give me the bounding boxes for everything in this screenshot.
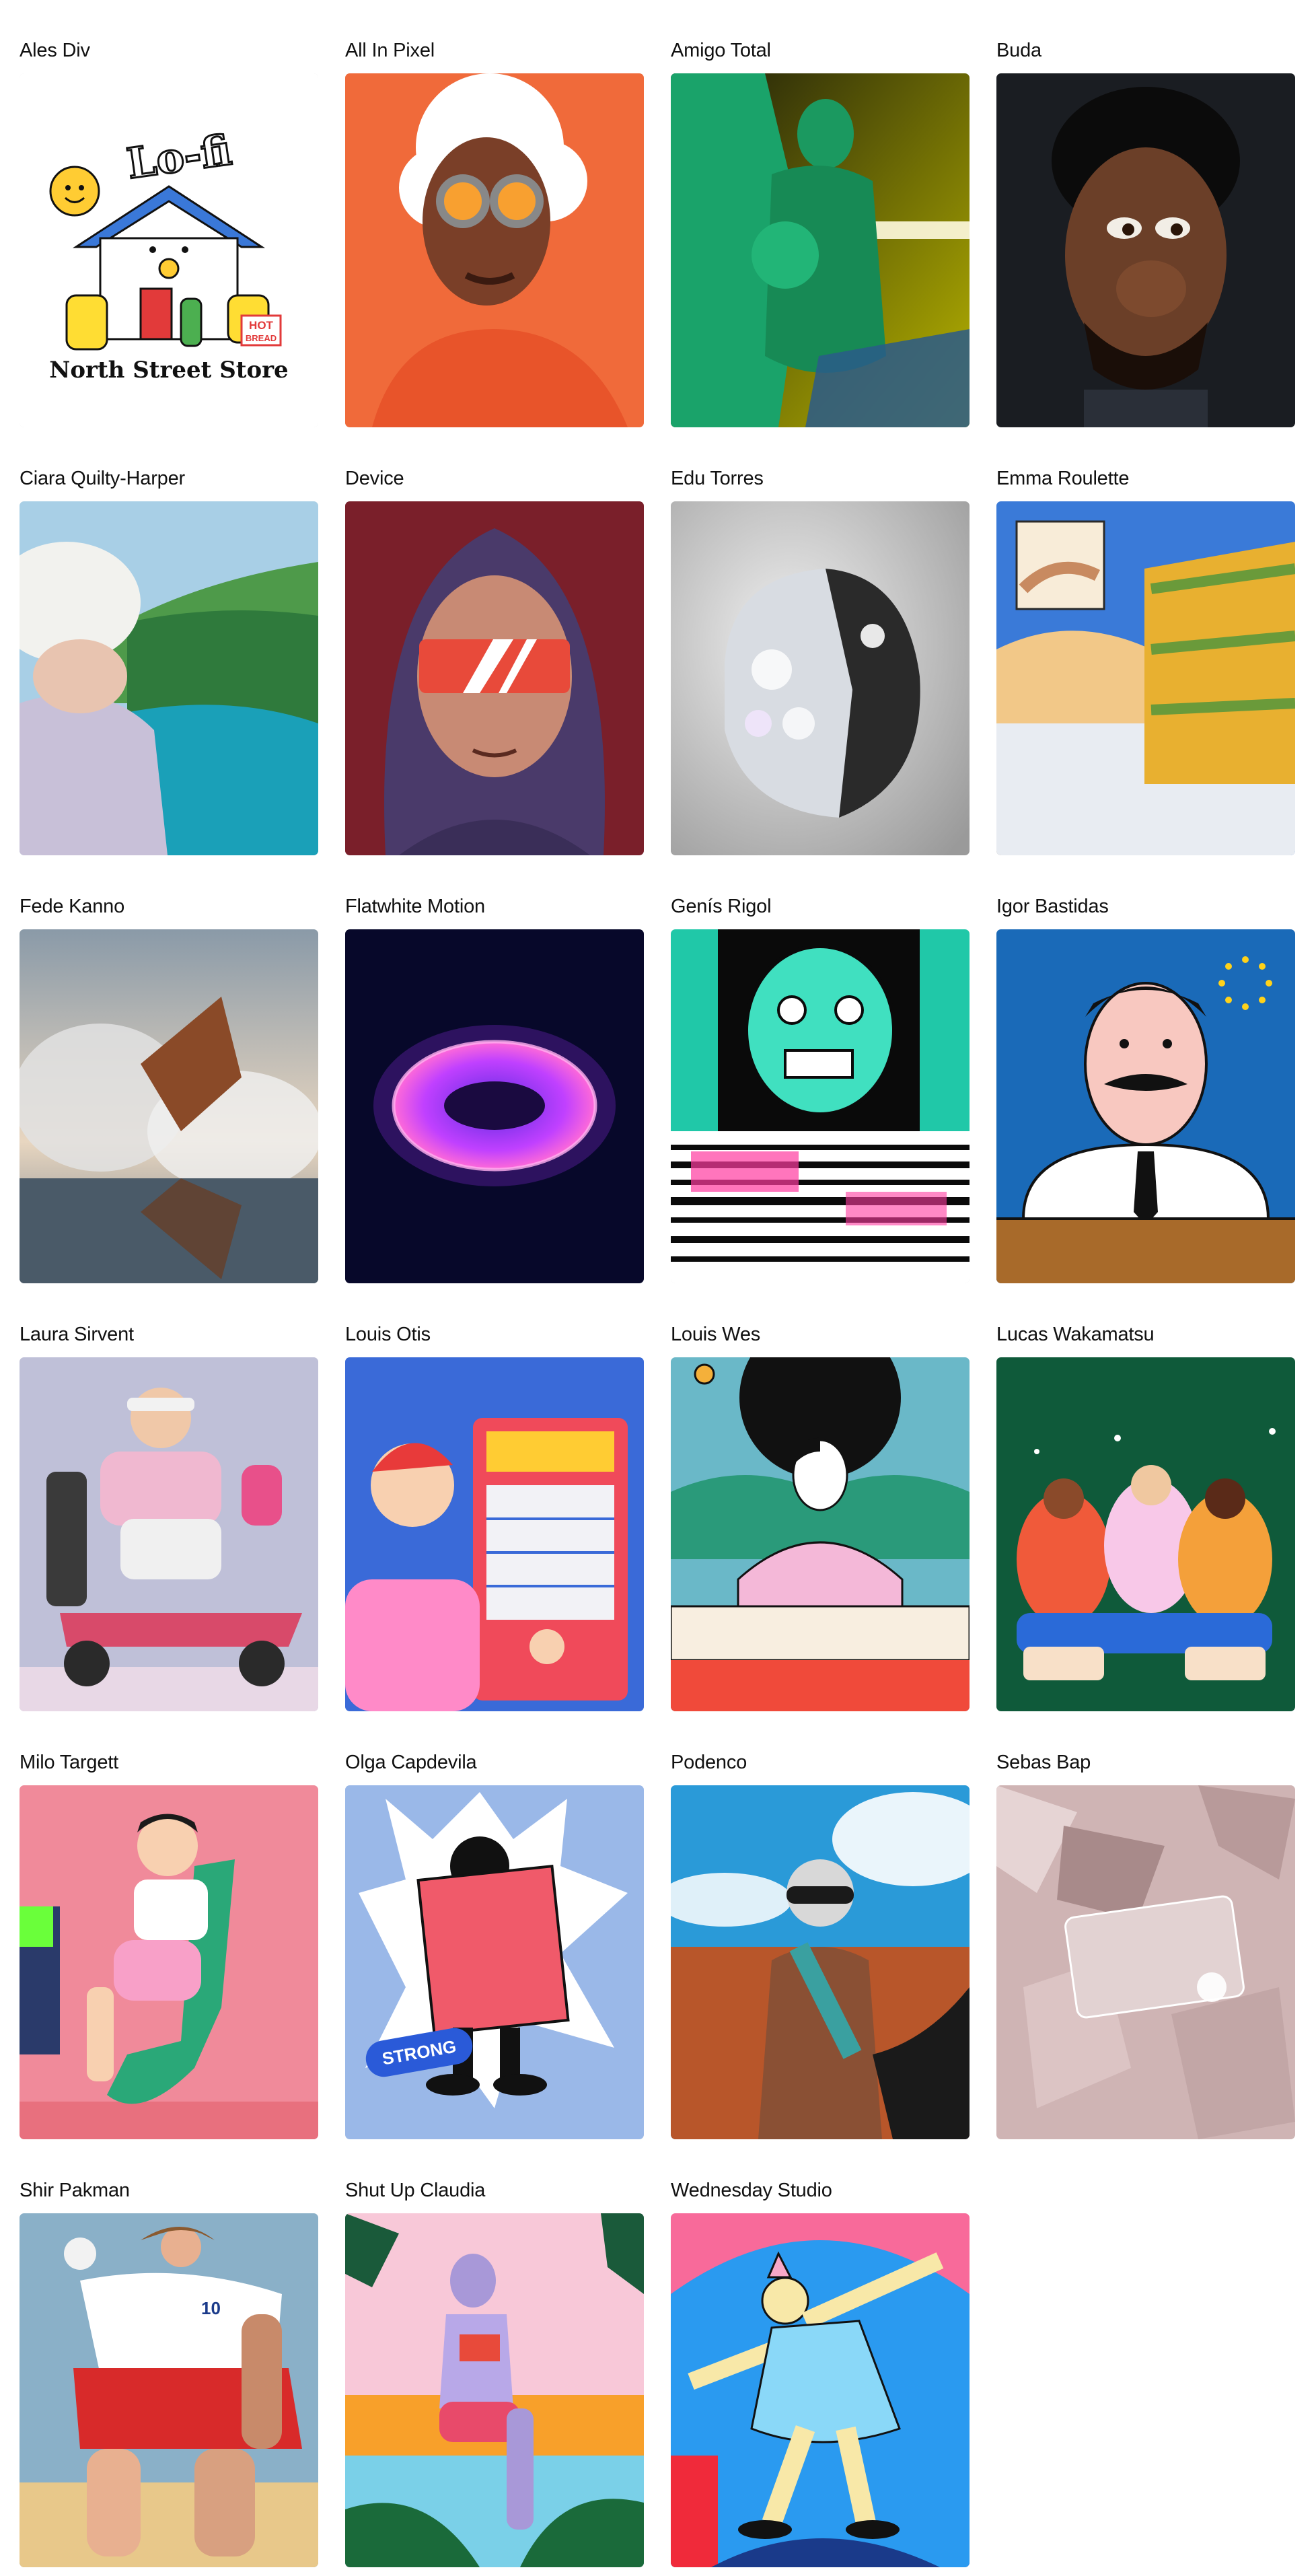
- artist-name: Fede Kanno: [20, 896, 125, 917]
- artwork-thumbnail[interactable]: [345, 501, 644, 855]
- artist-card-olga-capdevila[interactable]: Olga Capdevila STRONG: [345, 1749, 644, 2139]
- newspaper-reader: STRONG: [345, 1785, 644, 2139]
- artist-card-device[interactable]: Device: [345, 465, 644, 855]
- artist-card-wednesday-studio[interactable]: Wednesday Studio: [671, 2177, 970, 2567]
- artist-name: Edu Torres: [671, 468, 764, 489]
- artist-card-shut-up-claudia[interactable]: Shut Up Claudia: [345, 2177, 644, 2567]
- crowd-celebration: [996, 1357, 1295, 1711]
- desert-figure-photo: [671, 1785, 970, 2139]
- artwork-thumbnail[interactable]: Lo-fi HOT BREAD North Street Store: [20, 73, 318, 427]
- artist-card-louis-wes[interactable]: Louis Wes: [671, 1321, 970, 1711]
- artwork-thumbnail[interactable]: [671, 1785, 970, 2139]
- artist-card-fede-kanno[interactable]: Fede Kanno: [20, 893, 318, 1283]
- jersey-number-text: 10: [201, 2298, 221, 2318]
- artwork-thumbnail[interactable]: [20, 501, 318, 855]
- mustache-politician: [996, 929, 1295, 1283]
- artwork-thumbnail[interactable]: [20, 929, 318, 1283]
- artist-name: Sebas Bap: [996, 1752, 1091, 1773]
- artwork-thumbnail[interactable]: [996, 73, 1295, 427]
- artist-card-shir-pakman[interactable]: Shir Pakman 10: [20, 2177, 318, 2567]
- artwork-thumbnail[interactable]: [671, 73, 970, 427]
- artwork-thumbnail[interactable]: [671, 501, 970, 855]
- artwork-thumbnail[interactable]: 10: [20, 2213, 318, 2567]
- artist-card-buda[interactable]: Buda: [996, 37, 1295, 427]
- artwork-thumbnail[interactable]: [996, 929, 1295, 1283]
- artwork-thumbnail[interactable]: [996, 1785, 1295, 2139]
- artist-card-laura-sirvent[interactable]: Laura Sirvent: [20, 1321, 318, 1711]
- artwork-thumbnail[interactable]: [671, 2213, 970, 2567]
- surreal-smoke-sculpture: [20, 929, 318, 1283]
- artist-card-ales-div[interactable]: Ales Div Lo-fi HOT BREAD North Street St…: [20, 37, 318, 427]
- artist-card-all-in-pixel[interactable]: All In Pixel: [345, 37, 644, 427]
- writer-at-desk: [671, 1357, 970, 1711]
- artist-name: All In Pixel: [345, 40, 435, 61]
- vending-machine-kid: [345, 1357, 644, 1711]
- store-name-text: North Street Store: [49, 357, 288, 384]
- artist-name: Device: [345, 468, 404, 489]
- glitch-cartoon-face: [671, 929, 970, 1283]
- green-fashion-render: [671, 73, 970, 427]
- volleyball-player: 10: [20, 2213, 318, 2567]
- crystal-rock-render: [671, 501, 970, 855]
- 3d-character-portrait: [996, 73, 1295, 427]
- artist-name: Milo Targett: [20, 1752, 118, 1773]
- hooded-figure-visor: [345, 501, 644, 855]
- artist-name: Olga Capdevila: [345, 1752, 477, 1773]
- artist-card-louis-otis[interactable]: Louis Otis: [345, 1321, 644, 1711]
- scooter-grandpa-3d: [20, 1357, 318, 1711]
- logo-bread-text: BREAD: [246, 333, 277, 343]
- artwork-thumbnail[interactable]: STRONG: [345, 1785, 644, 2139]
- artist-name: Buda: [996, 40, 1041, 61]
- artist-name: Louis Otis: [345, 1324, 431, 1345]
- glowing-torus: [345, 929, 644, 1283]
- poolside-woman: [345, 2213, 644, 2567]
- artwork-thumbnail[interactable]: [345, 1357, 644, 1711]
- artist-name: Laura Sirvent: [20, 1324, 134, 1345]
- dentist-chair-character: [20, 1785, 318, 2139]
- palace-gardens-illustration: [996, 501, 1295, 855]
- dancing-figure: [671, 2213, 970, 2567]
- artist-card-edu-torres[interactable]: Edu Torres: [671, 465, 970, 855]
- artwork-thumbnail[interactable]: [20, 1357, 318, 1711]
- artist-name: Genís Rigol: [671, 896, 772, 917]
- artwork-thumbnail[interactable]: [345, 73, 644, 427]
- artwork-thumbnail[interactable]: [671, 1357, 970, 1711]
- logo-hot-text: HOT: [249, 319, 274, 332]
- crumpled-card: [996, 1785, 1295, 2139]
- artist-name: Emma Roulette: [996, 468, 1130, 489]
- artist-card-lucas-wakamatsu[interactable]: Lucas Wakamatsu: [996, 1321, 1295, 1711]
- artist-card-amigo-total[interactable]: Amigo Total: [671, 37, 970, 427]
- lo-fi-house-illustration: Lo-fi HOT BREAD North Street Store: [20, 73, 318, 427]
- artist-name: Shir Pakman: [20, 2180, 130, 2201]
- artist-name: Flatwhite Motion: [345, 896, 485, 917]
- artwork-thumbnail[interactable]: [671, 929, 970, 1283]
- artist-card-igor-bastidas[interactable]: Igor Bastidas: [996, 893, 1295, 1283]
- artist-card-milo-targett[interactable]: Milo Targett: [20, 1749, 318, 2139]
- artist-name: Louis Wes: [671, 1324, 761, 1345]
- painterly-landscape: [20, 501, 318, 855]
- artist-card-ciara-quilty-harper[interactable]: Ciara Quilty-Harper: [20, 465, 318, 855]
- artist-card-podenco[interactable]: Podenco: [671, 1749, 970, 2139]
- artist-name: Wednesday Studio: [671, 2180, 832, 2201]
- artist-name: Amigo Total: [671, 40, 771, 61]
- artist-name: Igor Bastidas: [996, 896, 1109, 917]
- artist-grid: Ales Div Lo-fi HOT BREAD North Street St…: [20, 37, 1296, 2567]
- artwork-thumbnail[interactable]: [345, 929, 644, 1283]
- artist-card-flatwhite-motion[interactable]: Flatwhite Motion: [345, 893, 644, 1283]
- artist-card-sebas-bap[interactable]: Sebas Bap: [996, 1749, 1295, 2139]
- artist-name: Lucas Wakamatsu: [996, 1324, 1155, 1345]
- artist-card-genis-rigol[interactable]: Genís Rigol: [671, 893, 970, 1283]
- artwork-thumbnail[interactable]: [345, 2213, 644, 2567]
- artwork-thumbnail[interactable]: [996, 501, 1295, 855]
- artist-name: Shut Up Claudia: [345, 2180, 486, 2201]
- artist-card-emma-roulette[interactable]: Emma Roulette: [996, 465, 1295, 855]
- artist-name: Podenco: [671, 1752, 747, 1773]
- artist-name: Ciara Quilty-Harper: [20, 468, 185, 489]
- artwork-thumbnail[interactable]: [996, 1357, 1295, 1711]
- artist-name: Ales Div: [20, 40, 90, 61]
- pixel-portrait-orange: [345, 73, 644, 427]
- artwork-thumbnail[interactable]: [20, 1785, 318, 2139]
